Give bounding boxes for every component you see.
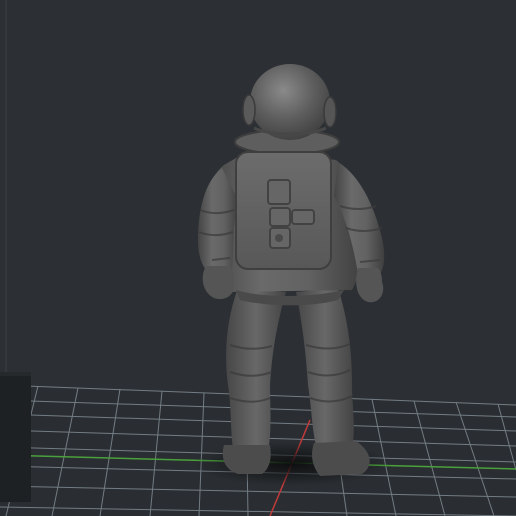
helmet — [242, 64, 337, 140]
left-boot — [222, 445, 271, 474]
left-glove — [202, 266, 235, 300]
right-boot — [312, 441, 370, 476]
3d-viewport[interactable] — [0, 0, 516, 516]
right-glove — [356, 268, 384, 303]
viewport-canvas[interactable] — [0, 0, 516, 516]
camera-frustum-block — [0, 372, 31, 502]
life-support-backpack — [235, 151, 332, 270]
